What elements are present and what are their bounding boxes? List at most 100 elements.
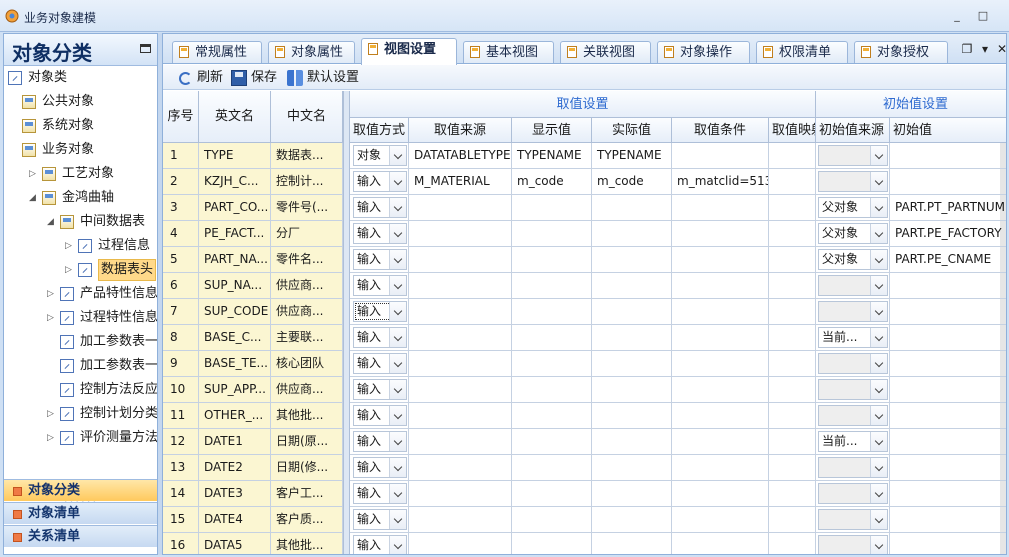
cell-src[interactable] — [409, 481, 512, 507]
maximize-button[interactable]: □ — [974, 8, 992, 24]
cell-cond[interactable] — [672, 247, 769, 273]
tab-menu-icon[interactable]: ▾ — [978, 41, 992, 57]
cell-actual[interactable]: m_code — [592, 169, 672, 195]
cell-map[interactable] — [769, 221, 816, 247]
cell-actual[interactable] — [592, 533, 672, 554]
cell-cond[interactable] — [672, 481, 769, 507]
chevron-down-icon[interactable] — [389, 250, 406, 269]
cell-init-value[interactable] — [890, 299, 1006, 325]
cell-map[interactable] — [769, 169, 816, 195]
restore-icon[interactable]: ❐ — [960, 41, 974, 57]
cell-disp[interactable] — [512, 507, 592, 533]
cell-cond[interactable] — [672, 195, 769, 221]
chevron-down-icon[interactable] — [870, 484, 887, 503]
cell-init-value[interactable] — [890, 429, 1006, 455]
cell-actual[interactable] — [592, 455, 672, 481]
init-source-dropdown[interactable] — [818, 405, 888, 426]
value-mode-dropdown[interactable]: 输入 — [353, 457, 407, 478]
chevron-down-icon[interactable] — [389, 302, 406, 321]
cell-map[interactable] — [769, 247, 816, 273]
tab-item[interactable]: 基本视图 — [463, 41, 554, 63]
refresh-button[interactable]: 刷新 — [177, 69, 223, 87]
chevron-down-icon[interactable] — [389, 406, 406, 425]
nav-bar-item[interactable]: 对象分类 — [4, 479, 157, 501]
default-settings-button[interactable]: 默认设置 — [287, 69, 359, 87]
init-source-dropdown[interactable] — [818, 171, 888, 192]
tree-node[interactable]: ▷ 评价测量方法 — [4, 427, 157, 449]
collapsed-arrow-icon[interactable]: ▷ — [47, 403, 57, 425]
collapsed-arrow-icon[interactable]: ▷ — [65, 235, 75, 257]
value-mode-dropdown[interactable]: 输入 — [353, 223, 407, 244]
collapsed-arrow-icon[interactable]: ▷ — [29, 163, 39, 185]
chevron-down-icon[interactable] — [389, 380, 406, 399]
cell-cond[interactable] — [672, 403, 769, 429]
cell-map[interactable] — [769, 455, 816, 481]
cell-map[interactable] — [769, 403, 816, 429]
value-mode-dropdown[interactable]: 输入 — [353, 353, 407, 374]
cell-src[interactable] — [409, 325, 512, 351]
cell-init-value[interactable] — [890, 143, 1006, 169]
cell-map[interactable] — [769, 325, 816, 351]
chevron-down-icon[interactable] — [389, 458, 406, 477]
chevron-down-icon[interactable] — [870, 328, 887, 347]
cell-cond[interactable] — [672, 429, 769, 455]
tab-item[interactable]: 对象操作 — [657, 41, 750, 63]
cell-map[interactable] — [769, 507, 816, 533]
chevron-down-icon[interactable] — [389, 146, 406, 165]
cell-src[interactable] — [409, 533, 512, 554]
cell-src[interactable] — [409, 455, 512, 481]
value-mode-dropdown[interactable]: 输入 — [353, 249, 407, 270]
cell-disp[interactable] — [512, 351, 592, 377]
cell-src[interactable] — [409, 403, 512, 429]
init-source-dropdown[interactable] — [818, 145, 888, 166]
cell-cond[interactable] — [672, 507, 769, 533]
expanded-arrow-icon[interactable]: ◢ — [47, 211, 57, 233]
tree-node[interactable]: ▷ 工艺对象 — [4, 163, 157, 185]
init-source-dropdown[interactable]: 父对象 — [818, 197, 888, 218]
cell-cond[interactable] — [672, 143, 769, 169]
cell-actual[interactable] — [592, 221, 672, 247]
cell-cond[interactable] — [672, 533, 769, 554]
cell-init-value[interactable] — [890, 325, 1006, 351]
value-mode-dropdown[interactable]: 输入 — [353, 509, 407, 530]
init-source-dropdown[interactable] — [818, 353, 888, 374]
chevron-down-icon[interactable] — [870, 536, 887, 554]
init-source-dropdown[interactable]: 父对象 — [818, 249, 888, 270]
init-source-dropdown[interactable]: 当前... — [818, 431, 888, 452]
chevron-down-icon[interactable] — [389, 432, 406, 451]
cell-map[interactable] — [769, 143, 816, 169]
tab-item[interactable]: 视图设置 — [361, 38, 457, 65]
cell-init-value[interactable] — [890, 481, 1006, 507]
chevron-down-icon[interactable] — [389, 354, 406, 373]
init-source-dropdown[interactable]: 父对象 — [818, 223, 888, 244]
cell-map[interactable] — [769, 377, 816, 403]
expanded-arrow-icon[interactable]: ◢ — [29, 187, 39, 209]
cell-disp[interactable] — [512, 273, 592, 299]
chevron-down-icon[interactable] — [870, 354, 887, 373]
cell-init-value[interactable]: PART.PT_PARTNUMBER — [890, 195, 1006, 221]
cell-disp[interactable]: TYPENAME — [512, 143, 592, 169]
nav-bar-item[interactable]: 对象清单 — [4, 502, 157, 524]
chevron-down-icon[interactable] — [389, 536, 406, 554]
chevron-down-icon[interactable] — [870, 276, 887, 295]
tree-node[interactable]: ◢ 中间数据表 — [4, 211, 157, 233]
init-source-dropdown[interactable] — [818, 535, 888, 554]
cell-disp[interactable] — [512, 247, 592, 273]
cell-cond[interactable] — [672, 377, 769, 403]
chevron-down-icon[interactable] — [870, 172, 887, 191]
cell-cond[interactable] — [672, 351, 769, 377]
chevron-down-icon[interactable] — [870, 380, 887, 399]
cell-actual[interactable] — [592, 481, 672, 507]
tab-item[interactable]: 常规属性 — [172, 41, 262, 63]
cell-map[interactable] — [769, 481, 816, 507]
chevron-down-icon[interactable] — [389, 172, 406, 191]
chevron-down-icon[interactable] — [870, 458, 887, 477]
value-mode-dropdown[interactable]: 输入 — [353, 171, 407, 192]
cell-cond[interactable] — [672, 325, 769, 351]
cell-src[interactable] — [409, 507, 512, 533]
pin-icon[interactable] — [140, 44, 151, 53]
cell-cond[interactable] — [672, 273, 769, 299]
cell-src[interactable] — [409, 351, 512, 377]
cell-disp[interactable] — [512, 533, 592, 554]
cell-actual[interactable] — [592, 377, 672, 403]
